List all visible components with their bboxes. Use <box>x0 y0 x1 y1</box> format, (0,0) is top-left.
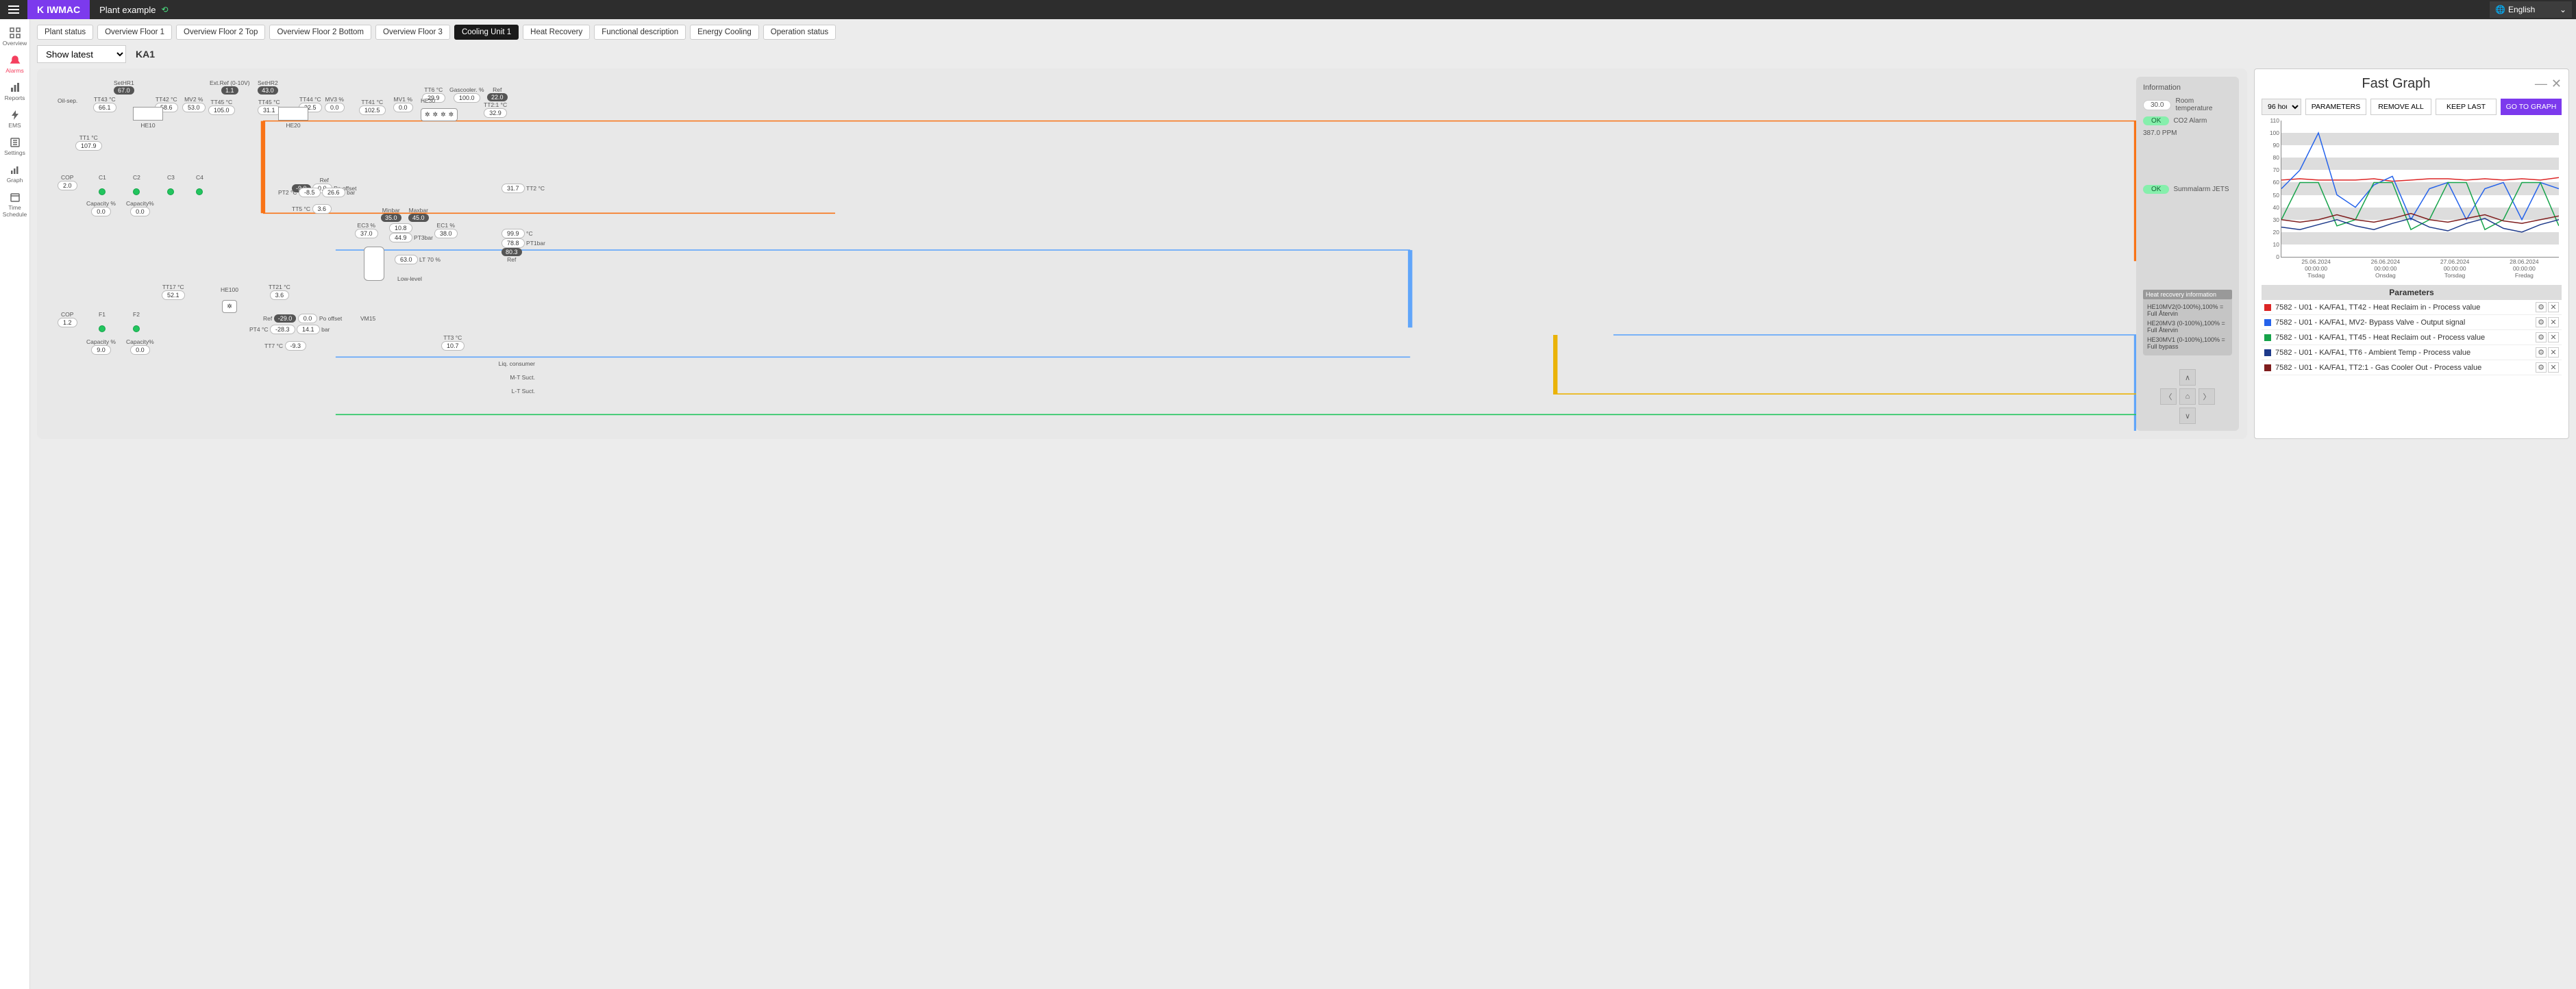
unit-title: KA1 <box>136 49 155 60</box>
brand-logo: KIWMAC <box>27 0 90 19</box>
parameters-button[interactable]: PARAMETERS <box>2305 99 2366 115</box>
remove-param-icon[interactable]: ✕ <box>2548 332 2559 342</box>
sidebar-item-overview[interactable]: Overview <box>0 23 29 51</box>
fast-graph-title: Fast Graph <box>2262 76 2531 92</box>
param-row: 7582 - U01 - KA/FA1, TT2:1 - Gas Cooler … <box>2262 360 2562 375</box>
nav-left-button[interactable]: 〈 <box>2160 388 2177 405</box>
range-select[interactable]: 96 hours <box>2262 99 2301 115</box>
param-row: 7582 - U01 - KA/FA1, MV2- Bypass Valve -… <box>2262 315 2562 330</box>
nav-up-button[interactable]: ∧ <box>2179 369 2196 386</box>
nav-down-button[interactable]: ∨ <box>2179 408 2196 424</box>
fan-icon: ✲ <box>222 300 237 313</box>
param-color-swatch <box>2264 304 2271 311</box>
param-row: 7582 - U01 - KA/FA1, TT42 - Heat Reclaim… <box>2262 300 2562 315</box>
heat-recovery-info: Heat recovery information HE10MV2(0-100%… <box>2143 290 2232 355</box>
sidebar-item-time-schedule[interactable]: Time Schedule <box>0 188 29 222</box>
tab-heat-recovery[interactable]: Heat Recovery <box>523 25 590 40</box>
gear-icon[interactable]: ⚙ <box>2536 302 2547 312</box>
param-color-swatch <box>2264 334 2271 341</box>
fan-icon: ✲ <box>449 111 454 118</box>
tab-overview-floor-2-bottom[interactable]: Overview Floor 2 Bottom <box>269 25 371 40</box>
sidebar-item-reports[interactable]: Reports <box>0 78 29 105</box>
language-select[interactable]: 🌐 English⌄ <box>2490 1 2572 18</box>
param-row: 7582 - U01 - KA/FA1, TT45 - Heat Reclaim… <box>2262 330 2562 345</box>
param-row: 7582 - U01 - KA/FA1, TT6 - Ambient Temp … <box>2262 345 2562 360</box>
sidebar-item-graph[interactable]: Graph <box>0 160 29 188</box>
fan-icon: ✲ <box>441 111 446 118</box>
menu-button[interactable] <box>0 0 27 19</box>
tab-overview-floor-1[interactable]: Overview Floor 1 <box>97 25 172 40</box>
info-panel: Information 30.0Room temperature OKCO2 A… <box>2136 77 2239 431</box>
sidebar: Overview Alarms Reports EMS Settings Gra… <box>0 19 30 989</box>
show-latest-select[interactable]: Show latest <box>37 45 126 63</box>
remove-param-icon[interactable]: ✕ <box>2548 362 2559 373</box>
sidebar-item-settings[interactable]: Settings <box>0 133 29 160</box>
nav-pad: ∧ 〈 ⌂ 〉 ∨ <box>2160 369 2215 424</box>
tab-cooling-unit-1[interactable]: Cooling Unit 1 <box>454 25 519 40</box>
minimize-icon[interactable]: — <box>2535 77 2547 91</box>
tab-overview-floor-3[interactable]: Overview Floor 3 <box>375 25 450 40</box>
remove-param-icon[interactable]: ✕ <box>2548 347 2559 358</box>
tab-energy-cooling[interactable]: Energy Cooling <box>690 25 759 40</box>
tab-operation-status[interactable]: Operation status <box>763 25 836 40</box>
fast-graph-panel: Fast Graph — ✕ 96 hours PARAMETERS REMOV… <box>2254 68 2569 439</box>
parameters-title: Parameters <box>2262 285 2562 300</box>
nav-right-button[interactable]: 〉 <box>2199 388 2215 405</box>
tab-overview-floor-2-top[interactable]: Overview Floor 2 Top <box>176 25 265 40</box>
process-diagram: SetHR167.0 TT43 °C66.1 TT42 °C58.6 MV2 %… <box>37 68 2247 439</box>
fan-icon: ✲ <box>425 111 430 118</box>
remove-all-button[interactable]: REMOVE ALL <box>2370 99 2431 115</box>
remove-param-icon[interactable]: ✕ <box>2548 317 2559 327</box>
sidebar-item-ems[interactable]: EMS <box>0 105 29 133</box>
remove-param-icon[interactable]: ✕ <box>2548 302 2559 312</box>
close-icon[interactable]: ✕ <box>2551 77 2562 91</box>
param-label: 7582 - U01 - KA/FA1, MV2- Bypass Valve -… <box>2275 318 2534 327</box>
tab-functional-description[interactable]: Functional description <box>594 25 686 40</box>
param-label: 7582 - U01 - KA/FA1, TT2:1 - Gas Cooler … <box>2275 364 2534 372</box>
nav-home-button[interactable]: ⌂ <box>2179 388 2196 405</box>
go-to-graph-button[interactable]: GO TO GRAPH <box>2501 99 2562 115</box>
plant-name: Plant example <box>99 5 156 15</box>
gear-icon[interactable]: ⚙ <box>2536 317 2547 327</box>
param-label: 7582 - U01 - KA/FA1, TT6 - Ambient Temp … <box>2275 349 2534 357</box>
refresh-icon[interactable]: ⟲ <box>162 5 169 14</box>
keep-last-button[interactable]: KEEP LAST <box>2436 99 2497 115</box>
param-color-swatch <box>2264 349 2271 356</box>
param-label: 7582 - U01 - KA/FA1, TT42 - Heat Reclaim… <box>2275 303 2534 312</box>
param-color-swatch <box>2264 364 2271 371</box>
sidebar-item-alarms[interactable]: Alarms <box>0 51 29 78</box>
fan-icon: ✲ <box>433 111 438 118</box>
tab-plant-status[interactable]: Plant status <box>37 25 93 40</box>
gear-icon[interactable]: ⚙ <box>2536 362 2547 373</box>
view-tabs: Plant status Overview Floor 1 Overview Flo… <box>37 25 2569 40</box>
chart-area: 010203040506070809010011025.06.202400:00… <box>2281 121 2559 258</box>
param-label: 7582 - U01 - KA/FA1, TT45 - Heat Reclaim… <box>2275 334 2534 342</box>
gear-icon[interactable]: ⚙ <box>2536 347 2547 358</box>
gear-icon[interactable]: ⚙ <box>2536 332 2547 342</box>
param-color-swatch <box>2264 319 2271 326</box>
